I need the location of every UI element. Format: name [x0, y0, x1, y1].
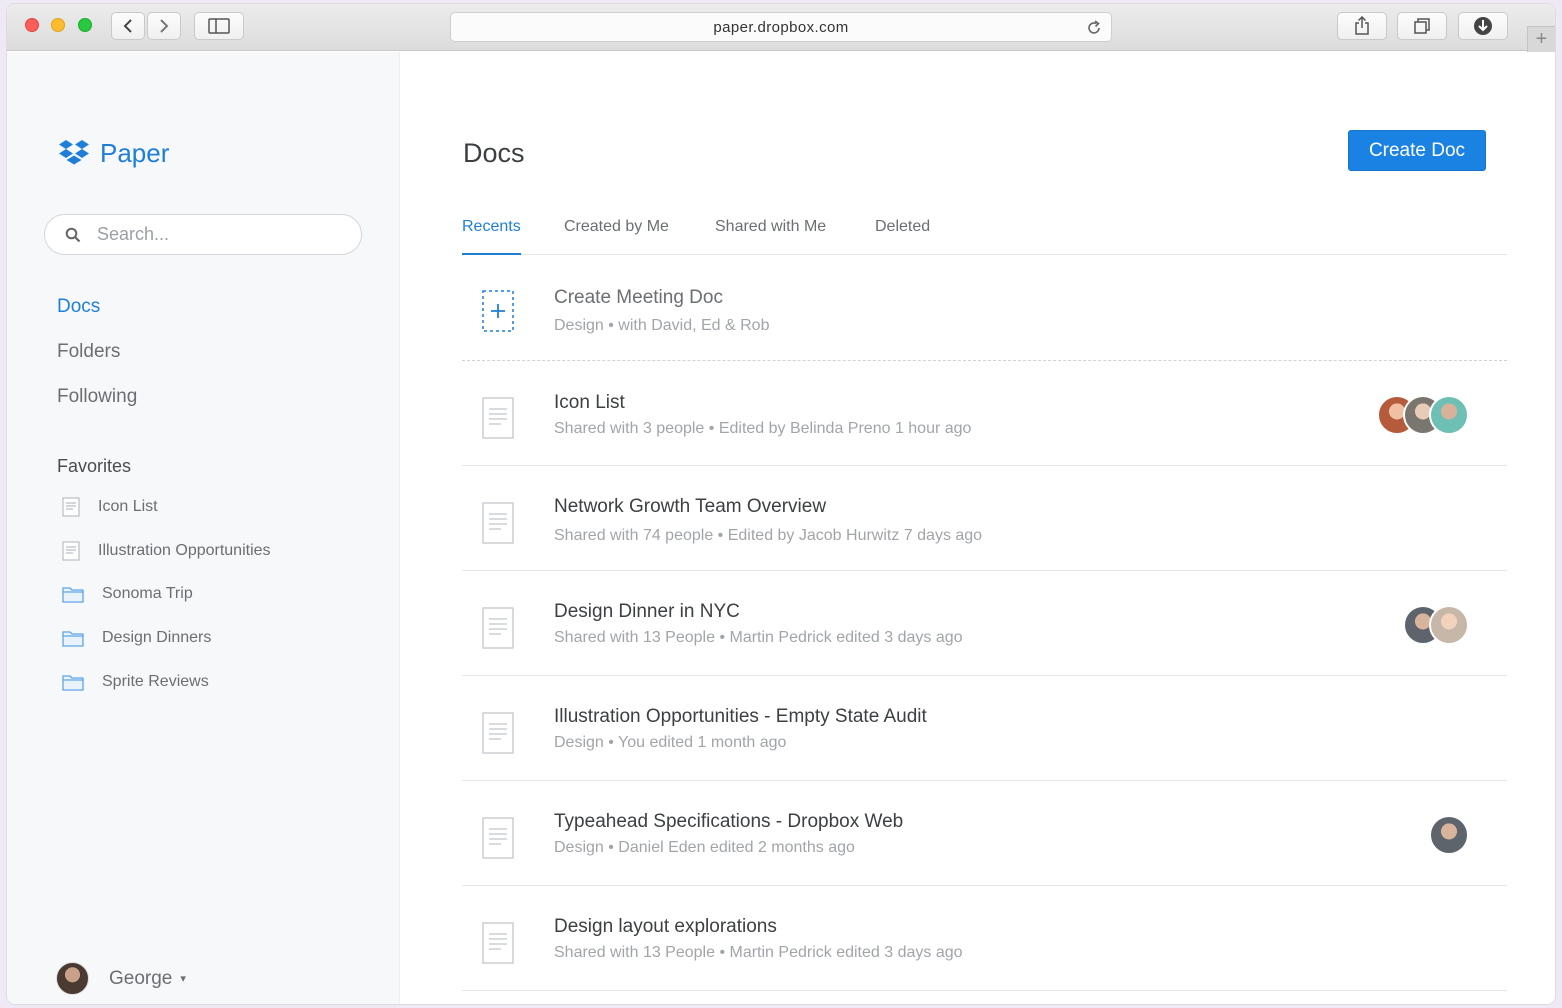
row-title: Typeahead Specifications - Dropbox Web [554, 811, 904, 832]
create-doc-button[interactable]: Create Doc [1348, 130, 1486, 171]
favorite-label: Icon List [98, 498, 158, 515]
row-title: Illustration Opportunities - Empty State… [554, 706, 927, 727]
doc-icon [482, 397, 514, 439]
doc-row[interactable]: Illustration Opportunities - Empty State… [462, 676, 1507, 781]
tab-recents[interactable]: Recents [462, 218, 521, 255]
doc-row[interactable]: Typeahead Specifications - Dropbox Web D… [462, 781, 1507, 886]
main-content: Docs Create Doc Recents Created by Me Sh… [401, 52, 1555, 1004]
favorite-item-sonoma-trip[interactable]: Sonoma Trip [62, 585, 193, 603]
row-subtitle: Shared with 3 people • Edited by Belinda… [554, 420, 972, 437]
favorite-item-sprite-reviews[interactable]: Sprite Reviews [62, 673, 209, 691]
chevron-left-icon [123, 19, 132, 33]
doc-icon [482, 712, 514, 754]
nav-item-following[interactable]: Following [57, 386, 137, 408]
row-subtitle: Shared with 13 People • Martin Pedrick e… [554, 629, 963, 646]
row-subtitle: Design • You edited 1 month ago [554, 734, 787, 751]
new-tab-button[interactable]: + [1527, 26, 1555, 52]
nav-item-folders[interactable]: Folders [57, 341, 120, 363]
share-button[interactable] [1337, 12, 1387, 40]
avatar [56, 962, 89, 995]
row-subtitle: Design • Daniel Eden edited 2 months ago [554, 839, 855, 856]
tabs-icon [1414, 18, 1430, 34]
folder-icon [62, 675, 84, 691]
collaborator-avatars [1403, 605, 1469, 645]
avatar [1429, 815, 1469, 855]
row-subtitle: Design • with David, Ed & Rob [554, 317, 770, 334]
close-window-button[interactable] [25, 18, 39, 32]
row-title: Create Meeting Doc [554, 287, 723, 308]
favorite-label: Sprite Reviews [102, 673, 209, 690]
url-text: paper.dropbox.com [713, 18, 849, 36]
create-meeting-doc-row[interactable]: Create Meeting Doc Design • with David, … [462, 256, 1507, 361]
page-title: Docs [463, 138, 525, 168]
folder-icon [62, 631, 84, 647]
forward-button[interactable] [147, 12, 181, 40]
paper-logo[interactable]: Paper [58, 138, 169, 169]
doc-tabs: Recents Created by Me Shared with Me Del… [462, 218, 1507, 255]
folder-icon [62, 587, 84, 603]
favorite-item-illustration-opportunities[interactable]: Illustration Opportunities [62, 541, 271, 561]
back-button[interactable] [111, 12, 145, 40]
search-box[interactable] [44, 214, 362, 255]
browser-window: paper.dropbox.com + Paper Docs Folders F… [7, 4, 1555, 1004]
doc-icon [482, 922, 514, 964]
doc-icon [482, 502, 514, 544]
tab-shared-with-me[interactable]: Shared with Me [715, 218, 826, 255]
row-subtitle: Shared with 13 People • Martin Pedrick e… [554, 944, 963, 961]
zoom-window-button[interactable] [78, 18, 92, 32]
doc-row[interactable]: Network Growth Team Overview Shared with… [462, 466, 1507, 571]
row-subtitle: Shared with 74 people • Edited by Jacob … [554, 527, 983, 544]
sidebar-toggle-button[interactable] [194, 12, 244, 40]
doc-icon [62, 541, 80, 561]
nav-item-docs[interactable]: Docs [57, 296, 100, 318]
row-title: Network Growth Team Overview [554, 496, 827, 517]
sidebar-icon [208, 18, 230, 34]
tab-deleted[interactable]: Deleted [875, 218, 930, 255]
collaborator-avatars [1377, 395, 1469, 435]
search-input[interactable] [97, 224, 337, 245]
doc-icon [482, 607, 514, 649]
search-icon [65, 227, 81, 242]
row-title: Design layout explorations [554, 916, 777, 937]
address-bar[interactable]: paper.dropbox.com [450, 12, 1112, 42]
chevron-right-icon [160, 19, 169, 33]
chevron-down-icon: ▾ [180, 973, 186, 985]
user-menu[interactable]: George ▾ [56, 962, 186, 995]
dropbox-logo-icon [59, 139, 89, 164]
doc-row[interactable]: Design layout explorations Shared with 1… [462, 886, 1507, 991]
minimize-window-button[interactable] [51, 18, 65, 32]
collaborator-avatars [1429, 815, 1469, 855]
browser-toolbar: paper.dropbox.com + [7, 4, 1555, 52]
add-doc-icon [482, 290, 514, 332]
share-icon [1355, 16, 1369, 35]
user-name: George [109, 967, 173, 989]
avatar [1429, 605, 1469, 645]
avatar [1429, 395, 1469, 435]
tabs-overview-button[interactable] [1397, 12, 1447, 40]
favorite-label: Illustration Opportunities [98, 542, 271, 559]
favorite-item-design-dinners[interactable]: Design Dinners [62, 629, 211, 647]
favorite-label: Sonoma Trip [102, 585, 193, 602]
row-title: Icon List [554, 392, 625, 413]
favorite-label: Design Dinners [102, 629, 212, 646]
reload-icon[interactable] [1085, 19, 1103, 37]
favorite-item-icon-list[interactable]: Icon List [62, 497, 158, 517]
brand-name: Paper [100, 138, 170, 168]
row-title: Design Dinner in NYC [554, 601, 740, 622]
favorites-heading: Favorites [57, 456, 132, 476]
doc-icon [482, 817, 514, 859]
download-icon [1474, 17, 1492, 35]
doc-row[interactable]: Icon List Shared with 3 people • Edited … [462, 361, 1507, 466]
sidebar: Paper Docs Folders Following Favorites I… [7, 52, 400, 1004]
doc-row[interactable]: Design Dinner in NYC Shared with 13 Peop… [462, 571, 1507, 676]
tab-created-by-me[interactable]: Created by Me [564, 218, 669, 255]
downloads-button[interactable] [1458, 12, 1508, 40]
doc-icon [62, 497, 80, 517]
